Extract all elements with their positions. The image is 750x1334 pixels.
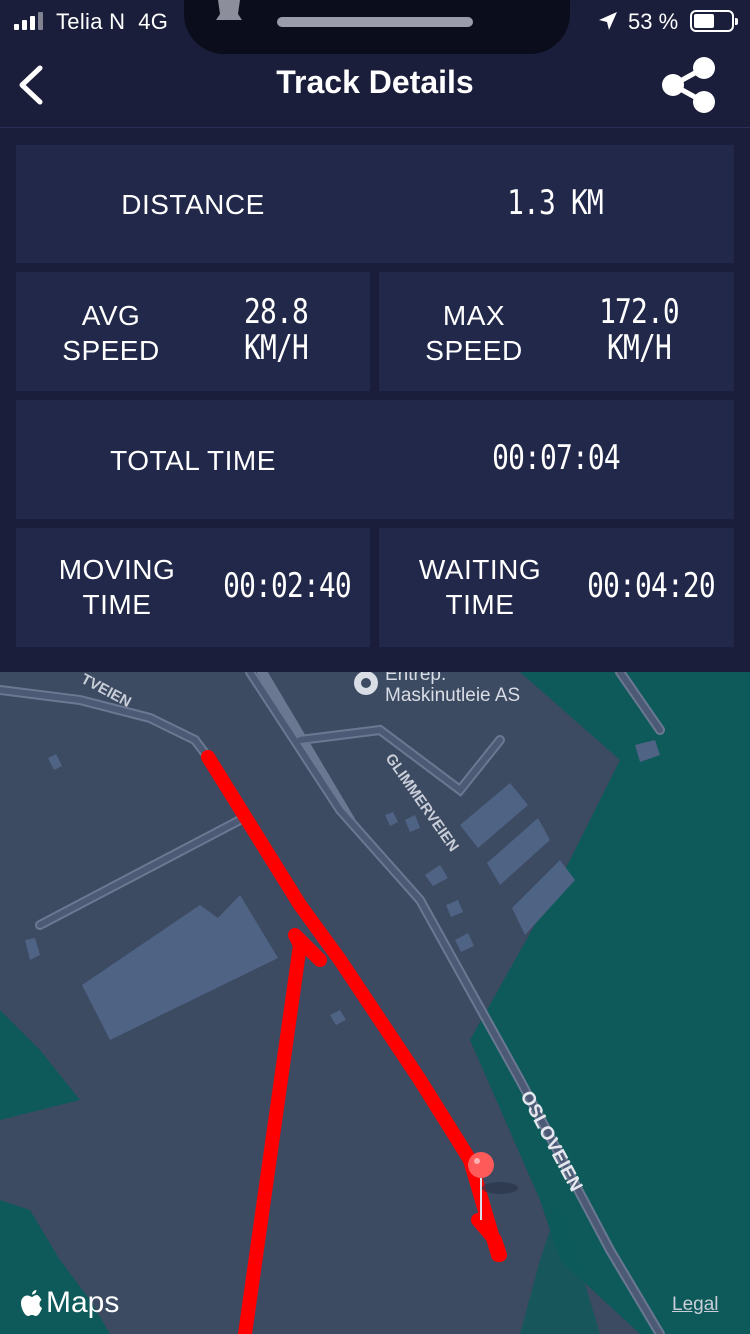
- network-label: 4G: [138, 9, 169, 34]
- poi-marker-icon[interactable]: [354, 672, 378, 695]
- notch-progress-bar: [277, 17, 473, 27]
- waiting-time-label-line-1: WAITING: [418, 554, 542, 585]
- track-map[interactable]: Entrep. Maskinutleie AS TVEIEN GLIMMERVE…: [0, 672, 750, 1334]
- max-speed-label-line-1: MAX: [442, 300, 506, 331]
- apple-logo-icon: [21, 1290, 42, 1316]
- distance-value: 1.3 KM: [507, 183, 604, 223]
- carrier-label: Telia N 4G: [56, 9, 169, 34]
- distance-card: DISTANCE 1.3 KM: [16, 145, 734, 263]
- battery-icon: [690, 10, 738, 32]
- share-icon[interactable]: [656, 52, 722, 118]
- signal-strength-icon: [14, 12, 43, 30]
- navigation-bar: Track Details: [0, 44, 750, 128]
- moving-time-card: MOVING TIME 00:02:40: [16, 528, 370, 647]
- waiting-time-label-line-2: TIME: [445, 589, 515, 620]
- poi-label-line-1: Entrep.: [385, 672, 446, 685]
- total-time-value: 00:07:04: [492, 438, 621, 478]
- avg-speed-label-line-2: SPEED: [62, 335, 160, 366]
- map-canvas[interactable]: Entrep. Maskinutleie AS TVEIEN GLIMMERVE…: [0, 672, 750, 1334]
- apple-maps-attribution[interactable]: Maps: [20, 1286, 119, 1320]
- max-speed-label-line-2: SPEED: [425, 335, 523, 366]
- avg-speed-value: 28.8: [244, 292, 309, 332]
- distance-label: DISTANCE: [121, 189, 265, 220]
- moving-time-label-line-1: MOVING: [58, 554, 176, 585]
- status-bar: Telia N 4G 53 %: [0, 0, 750, 54]
- page-title: Track Details: [276, 64, 474, 100]
- waiting-time-value: 00:04:20: [587, 566, 716, 606]
- bell-icon: [216, 0, 242, 20]
- avg-speed-card: AVG SPEED 28.8 KM/H: [16, 272, 370, 391]
- moving-time-value: 00:02:40: [223, 566, 352, 606]
- total-time-card: TOTAL TIME 00:07:04: [16, 400, 734, 519]
- max-speed-unit: KM/H: [607, 328, 672, 368]
- avg-speed-unit: KM/H: [244, 328, 309, 368]
- poi-label-line-2: Maskinutleie AS: [385, 685, 520, 706]
- battery-percentage: 53 %: [628, 9, 679, 34]
- location-arrow-icon: [599, 12, 617, 30]
- avg-speed-label-line-1: AVG: [81, 300, 141, 331]
- max-speed-card: MAX SPEED 172.0 KM/H: [379, 272, 734, 391]
- waiting-time-card: WAITING TIME 00:04:20: [379, 528, 734, 647]
- track-stats-panel: DISTANCE 1.3 KM AVG SPEED 28.8 KM/H MAX …: [0, 129, 750, 672]
- moving-time-label-line-2: TIME: [82, 589, 152, 620]
- max-speed-value: 172.0: [599, 292, 680, 332]
- maps-label: Maps: [46, 1286, 120, 1319]
- legal-link[interactable]: Legal: [672, 1294, 719, 1316]
- total-time-label: TOTAL TIME: [110, 445, 276, 476]
